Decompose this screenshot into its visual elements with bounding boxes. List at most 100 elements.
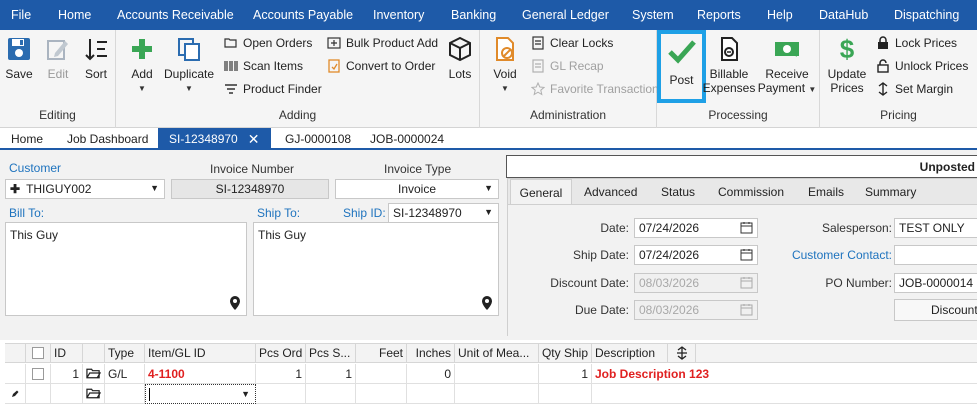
row-checkbox[interactable] xyxy=(32,367,44,380)
due-date-field[interactable]: 08/03/2026 xyxy=(634,300,758,320)
new-row-type[interactable] xyxy=(105,384,145,404)
col-header-description[interactable]: Description xyxy=(592,343,668,363)
cell-description[interactable]: Job Description 123 xyxy=(592,364,977,384)
menu-accounts-payable[interactable]: Accounts Payable xyxy=(253,0,353,30)
bill-to-address[interactable]: This Guy xyxy=(5,222,247,316)
col-header-qty-ship[interactable]: Qty Ship xyxy=(539,343,592,363)
unlock-prices-button[interactable]: Unlock Prices xyxy=(875,57,968,75)
chevron-down-icon[interactable]: ▼ xyxy=(241,389,250,399)
cell-uom[interactable] xyxy=(455,364,539,384)
po-number-field[interactable]: JOB-0000014 xyxy=(894,273,977,293)
date-field[interactable]: 07/24/2026 xyxy=(634,218,758,238)
new-row-feet[interactable] xyxy=(356,384,407,404)
receive-payment-button[interactable]: Receive Payment ▼ xyxy=(757,34,817,97)
col-header-id[interactable]: ID xyxy=(51,343,83,363)
close-icon[interactable]: ✕ xyxy=(248,131,260,148)
tab-home[interactable]: Home xyxy=(11,128,43,150)
menu-reports[interactable]: Reports xyxy=(697,0,741,30)
menu-home[interactable]: Home xyxy=(58,0,91,30)
cell-pcs-ship[interactable]: 1 xyxy=(306,364,356,384)
ship-id-select[interactable]: SI-12348970 ▼ xyxy=(388,203,499,223)
scan-items-button[interactable]: Scan Items xyxy=(223,57,303,75)
new-row-pcs-ship[interactable] xyxy=(306,384,356,404)
menu-help[interactable]: Help xyxy=(767,0,793,30)
cell-type[interactable]: G/L xyxy=(105,364,145,384)
calendar-icon[interactable] xyxy=(740,303,753,316)
clear-locks-button[interactable]: Clear Locks xyxy=(530,34,613,52)
customer-contact-field[interactable] xyxy=(894,245,977,265)
menu-accounts-receivable[interactable]: Accounts Receivable xyxy=(117,0,234,30)
column-chooser-button[interactable] xyxy=(668,343,696,363)
cell-pcs-ord[interactable]: 1 xyxy=(256,364,306,384)
tab-job-0000024[interactable]: JOB-0000024 xyxy=(370,128,444,150)
convert-to-order-button[interactable]: Convert to Order xyxy=(326,57,435,75)
tab-general[interactable]: General xyxy=(510,179,572,205)
col-header-pcs-ship[interactable]: Pcs S... xyxy=(306,343,356,363)
salesperson-field[interactable]: TEST ONLY xyxy=(894,218,977,238)
ship-to-address[interactable]: This Guy xyxy=(253,222,499,316)
tab-emails[interactable]: Emails xyxy=(808,179,844,205)
new-row-description[interactable] xyxy=(592,384,977,404)
new-row-item-select[interactable]: ▼ xyxy=(145,384,256,404)
tab-commission[interactable]: Commission xyxy=(718,179,784,205)
tab-advanced[interactable]: Advanced xyxy=(584,179,637,205)
menu-dispatching[interactable]: Dispatching xyxy=(894,0,959,30)
folder-open-icon[interactable] xyxy=(83,364,105,384)
col-header-feet[interactable]: Feet xyxy=(356,343,407,363)
bulk-product-add-button[interactable]: Bulk Product Add xyxy=(326,34,438,52)
new-row-inches[interactable] xyxy=(407,384,455,404)
ship-date-field[interactable]: 07/24/2026 xyxy=(634,245,758,265)
tab-summary[interactable]: Summary xyxy=(865,179,916,205)
cell-feet[interactable] xyxy=(356,364,407,384)
tab-job-dashboard[interactable]: Job Dashboard xyxy=(67,128,148,150)
tab-si-12348970[interactable]: SI-12348970 ✕ xyxy=(158,128,271,150)
calendar-icon[interactable] xyxy=(740,276,753,289)
new-row-id[interactable] xyxy=(51,384,83,404)
sort-button[interactable]: Sort xyxy=(82,34,110,81)
lots-button[interactable]: Lots xyxy=(446,34,474,81)
select-all-checkbox-cell[interactable] xyxy=(26,343,51,363)
map-pin-icon[interactable] xyxy=(228,295,242,311)
plus-icon[interactable]: ✚ xyxy=(10,182,20,196)
add-button[interactable]: Add ▼ xyxy=(127,34,157,96)
cell-qty-ship[interactable]: 1 xyxy=(539,364,592,384)
new-row-uom[interactable] xyxy=(455,384,539,404)
menu-general-ledger[interactable]: General Ledger xyxy=(522,0,609,30)
duplicate-button[interactable]: Duplicate ▼ xyxy=(162,34,216,96)
calendar-icon[interactable] xyxy=(740,221,753,234)
row-checkbox-cell[interactable] xyxy=(26,364,51,384)
cell-id[interactable]: 1 xyxy=(51,364,83,384)
lock-prices-button[interactable]: Lock Prices xyxy=(875,34,957,52)
invoice-type-select[interactable]: Invoice ▼ xyxy=(335,179,499,199)
menu-datahub[interactable]: DataHub xyxy=(819,0,868,30)
billable-expenses-button[interactable]: Billable Expenses xyxy=(703,34,755,95)
new-row-pcs-ord[interactable] xyxy=(256,384,306,404)
product-finder-button[interactable]: Product Finder xyxy=(223,80,322,98)
favorite-transaction-button[interactable]: Favorite Transaction xyxy=(530,80,659,98)
calendar-icon[interactable] xyxy=(740,248,753,261)
edit-button[interactable]: Edit xyxy=(44,34,72,81)
col-header-uom[interactable]: Unit of Mea... xyxy=(455,343,539,363)
new-row-qty-ship[interactable] xyxy=(539,384,592,404)
discount-button[interactable]: Discount xyxy=(894,299,977,321)
update-prices-button[interactable]: $ Update Prices xyxy=(826,34,868,95)
menu-file[interactable]: File xyxy=(11,0,31,30)
post-button[interactable]: Post xyxy=(657,30,706,103)
menu-inventory[interactable]: Inventory xyxy=(373,0,424,30)
discount-date-field[interactable]: 08/03/2026 xyxy=(634,273,758,293)
col-header-pcs-ord[interactable]: Pcs Ord xyxy=(256,343,306,363)
open-orders-button[interactable]: Open Orders xyxy=(223,34,312,52)
customer-select[interactable]: ✚ THIGUY002 ▼ xyxy=(5,179,165,199)
cell-inches[interactable]: 0 xyxy=(407,364,455,384)
select-all-checkbox[interactable] xyxy=(32,347,44,359)
gl-recap-button[interactable]: GL Recap xyxy=(530,57,604,75)
set-margin-button[interactable]: Set Margin xyxy=(875,80,953,98)
void-button[interactable]: Void ▼ xyxy=(490,34,520,96)
tab-status[interactable]: Status xyxy=(661,179,695,205)
save-button[interactable]: Save xyxy=(5,34,33,81)
tab-gj-0000108[interactable]: GJ-0000108 xyxy=(285,128,351,150)
menu-banking[interactable]: Banking xyxy=(451,0,496,30)
folder-open-icon[interactable] xyxy=(83,384,105,404)
col-header-inches[interactable]: Inches xyxy=(407,343,455,363)
map-pin-icon[interactable] xyxy=(480,295,494,311)
